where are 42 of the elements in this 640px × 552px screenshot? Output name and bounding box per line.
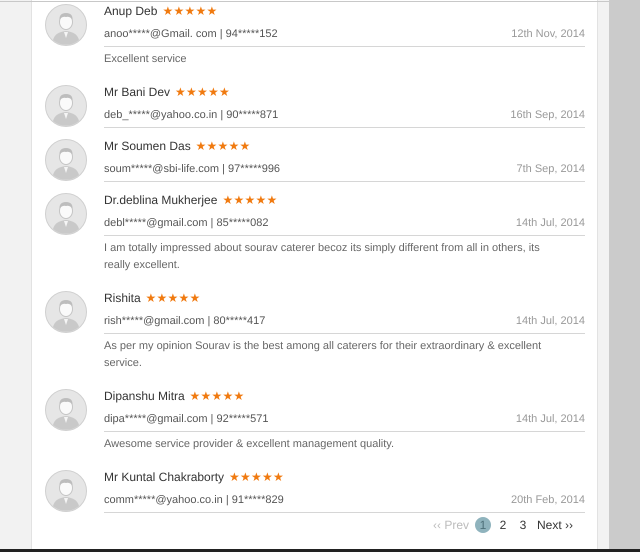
- contact-info: dipa*****@gmail.com | 92*****571: [104, 412, 268, 424]
- review-date: 14th Jul, 2014: [516, 314, 585, 326]
- review-date: 14th Jul, 2014: [516, 412, 585, 424]
- review-text: Awesome service provider & excellent management quality.: [104, 437, 396, 452]
- avatar-icon: [45, 470, 87, 512]
- review-text: As per my opinion Sourav is the best among all caterers for their extraordinary & excellent service.: [104, 339, 542, 371]
- avatar-icon: [45, 291, 87, 333]
- page-number[interactable]: 2: [495, 517, 511, 533]
- star-rating: ★★★★★: [175, 86, 230, 98]
- star-rating: ★★★★★: [190, 390, 245, 402]
- contact-info: soum*****@sbi-life.com | 97*****996: [104, 162, 280, 174]
- star-rating: ★★★★★: [222, 194, 278, 206]
- star-rating: ★★★★★: [196, 140, 251, 152]
- review-date: 20th Feb, 2014: [510, 494, 585, 506]
- contact-info: debl*****@gmail.com | 85*****082: [104, 216, 268, 228]
- star-rating: ★★★★★: [146, 292, 201, 304]
- reviewer-name: Mr Kuntal Chakraborty: [104, 470, 224, 484]
- avatar-icon: [45, 139, 87, 181]
- review-date: 16th Sep, 2014: [510, 108, 585, 120]
- reviewer-name: Mr Bani Dev: [104, 85, 170, 99]
- contact-info: anoo*****@Gmail. com | 94*****152: [104, 28, 278, 40]
- reviewer-name: Anup Deb: [104, 4, 158, 18]
- page-number[interactable]: 3: [515, 517, 531, 533]
- reviewer-name: Mr Soumen Das: [104, 139, 191, 153]
- review-text: Excellent service: [104, 52, 188, 67]
- review-text: I am totally impressed about sourav caterer becoz its simply different from all in others, its really excellent.: [104, 241, 541, 273]
- avatar-icon: [45, 389, 87, 431]
- avatar-icon: [45, 4, 87, 46]
- avatar-icon: [45, 85, 87, 127]
- review-date: 12th Nov, 2014: [511, 28, 585, 40]
- contact-info: comm*****@yahoo.co.in | 91*****829: [104, 494, 284, 506]
- contact-info: deb_*****@yahoo.co.in | 90*****871: [104, 108, 278, 120]
- star-rating: ★★★★★: [229, 471, 284, 483]
- reviewer-name: Dipanshu Mitra: [104, 389, 185, 403]
- star-rating: ★★★★★: [162, 5, 218, 17]
- review-date: 14th Jul, 2014: [516, 216, 585, 228]
- reviewer-name: Dr.deblina Mukherjee: [104, 193, 218, 207]
- reviewer-name: Rishita: [104, 291, 141, 305]
- next-page-link[interactable]: Next ››: [535, 518, 575, 532]
- review-date: 7th Sep, 2014: [516, 162, 585, 174]
- avatar-icon: [45, 193, 87, 235]
- contact-info: rish*****@gmail.com | 80*****417: [104, 314, 266, 326]
